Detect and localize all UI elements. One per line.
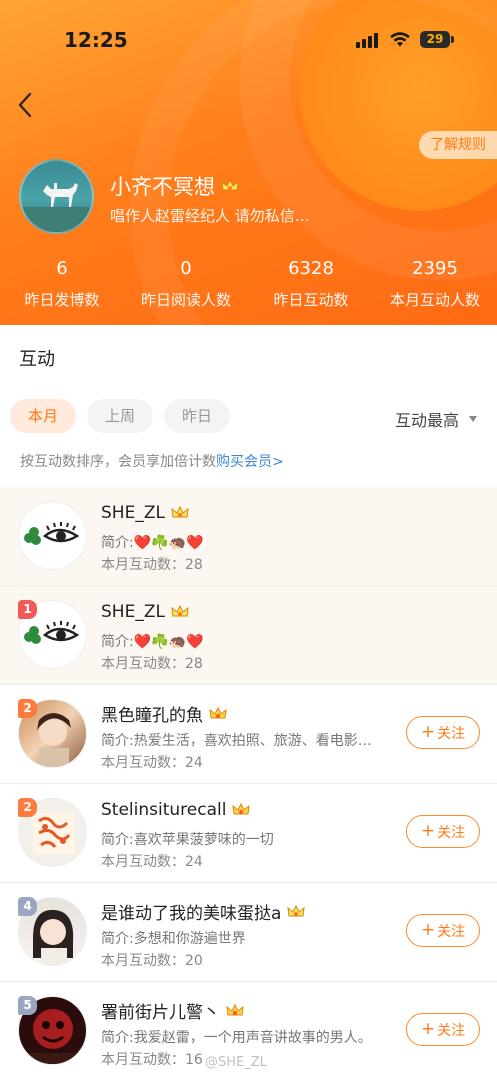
interaction-count: 本月互动数：24	[101, 755, 203, 771]
interaction-count: 本月互动数：16	[101, 1052, 203, 1068]
user-name[interactable]: 是谁动了我的美味蛋挞a	[101, 899, 306, 924]
tab-this-month[interactable]: 本月	[10, 399, 77, 433]
profile-name-text: 小齐不冥想	[110, 175, 215, 199]
vip-crown-icon	[171, 604, 189, 617]
stat-label: 本月互动人数	[389, 291, 480, 309]
user-name-text: 黑色瞳孔的魚	[101, 706, 203, 726]
follow-button[interactable]: + 关注	[406, 1013, 480, 1046]
battery-indicator: 29	[420, 31, 450, 48]
profile-avatar-image	[21, 183, 92, 232]
stat-monthly-users: 2395 本月互动人数	[385, 258, 485, 310]
user-intro: 简介:❤️☘️🦔❤️	[101, 634, 204, 650]
stat-posts: 6 昨日发博数	[12, 258, 112, 310]
eye-clover-avatar-image	[24, 522, 80, 545]
tab-yesterday[interactable]: 昨日	[164, 399, 231, 433]
signal-icon	[356, 32, 378, 48]
user-name[interactable]: 署前街片儿警丶	[101, 998, 244, 1023]
vip-crown-icon	[171, 505, 189, 518]
rank-badge: 1	[18, 600, 37, 619]
tab-last-week[interactable]: 上周	[87, 399, 154, 433]
interaction-count: 本月互动数：28	[101, 656, 203, 672]
follow-label: 关注	[437, 923, 466, 940]
user-intro: 简介:热爱生活，喜欢拍照、旅游、看电影…	[101, 733, 372, 749]
status-bar: 12:25 29	[0, 0, 497, 80]
rank-badge: 5	[18, 996, 37, 1015]
stat-value: 6328	[288, 258, 334, 279]
wifi-icon	[390, 32, 410, 47]
watermark: @SHE_ZL	[205, 1055, 267, 1070]
follow-button[interactable]: + 关注	[406, 716, 480, 749]
rules-button[interactable]: 了解规则	[419, 131, 497, 159]
stat-value: 0	[180, 258, 192, 279]
vip-crown-icon	[209, 706, 227, 718]
user-name[interactable]: 黑色瞳孔的魚	[101, 701, 227, 726]
follow-label: 关注	[437, 725, 466, 742]
stat-reads: 0 昨日阅读人数	[136, 258, 236, 310]
buy-membership-link[interactable]: 购买会员>	[216, 454, 284, 470]
plus-icon: +	[420, 821, 436, 841]
follow-label: 关注	[437, 1022, 466, 1039]
chevron-left-icon	[18, 92, 32, 118]
list-item[interactable]: 4 是谁动了我的美味蛋挞a 简介:多想和你游遍世界 本月互动数：20 + 关注	[0, 883, 497, 982]
stat-label: 昨日阅读人数	[140, 291, 231, 309]
rank-badge: 4	[18, 897, 37, 916]
stat-label: 昨日发博数	[24, 291, 100, 309]
stat-label: 昨日互动数	[273, 291, 349, 309]
list-item[interactable]: 2 Stelinsiturecall 简介:喜欢苹果菠萝味的一切 本月互动数：2…	[0, 784, 497, 883]
stat-value: 2395	[412, 258, 458, 279]
interaction-count: 本月互动数：20	[101, 953, 203, 969]
battery-tip	[451, 36, 454, 43]
user-intro: 简介:❤️☘️🦔❤️	[101, 535, 204, 551]
follow-button[interactable]: + 关注	[406, 914, 480, 947]
sort-label: 互动最高	[395, 411, 460, 430]
list-item[interactable]: SHE_ZL 简介:❤️☘️🦔❤️ 本月互动数：28	[0, 487, 497, 586]
stat-interactions: 6328 昨日互动数	[261, 258, 361, 310]
vip-crown-icon	[287, 904, 306, 916]
rank-badge: 2	[18, 798, 37, 817]
interaction-count: 本月互动数：28	[101, 557, 203, 573]
vip-crown-icon	[221, 178, 239, 191]
user-name[interactable]: SHE_ZL	[101, 602, 189, 622]
caret-down-icon	[469, 416, 478, 422]
stat-value: 6	[56, 258, 68, 279]
profile-bio: 唱作人赵雷经纪人 请勿私信…	[110, 207, 310, 225]
hint-text: 按互动数排序，会员享加倍计数	[20, 454, 216, 470]
vip-crown-icon	[232, 802, 251, 815]
header: 12:25 29 了解规则 小齐不冥想 唱作人赵雷经纪人 请勿私信… 6 昨日发…	[0, 0, 497, 325]
interaction-count: 本月互动数：24	[101, 854, 203, 870]
sort-dropdown[interactable]: 互动最高	[395, 407, 478, 431]
user-name-text: SHE_ZL	[101, 602, 165, 622]
status-time: 12:25	[64, 28, 128, 52]
list-item[interactable]: 1 SHE_ZL 简介:❤️☘️🦔❤️ 本月互动数：28	[0, 586, 497, 685]
avatar[interactable]	[18, 501, 87, 570]
interaction-section: 互动 本月 上周 昨日 互动最高 按互动数排序，会员享加倍计数购买会员> SHE…	[0, 325, 497, 1080]
follow-label: 关注	[437, 824, 466, 841]
rank-badge: 2	[18, 699, 37, 718]
user-name-text: 署前街片儿警丶	[101, 1003, 220, 1023]
plus-icon: +	[420, 722, 436, 742]
period-tabs: 本月 上周 昨日	[10, 399, 231, 433]
user-name[interactable]: Stelinsiturecall	[101, 800, 251, 820]
list-item[interactable]: 2 黑色瞳孔的魚 简介:热爱生活，喜欢拍照、旅游、看电影… 本月互动数：24 +…	[0, 685, 497, 784]
follow-button[interactable]: + 关注	[406, 815, 480, 848]
section-title: 互动	[19, 349, 55, 370]
profile-avatar[interactable]	[19, 159, 94, 234]
user-name[interactable]: SHE_ZL	[101, 503, 189, 523]
user-name-text: SHE_ZL	[101, 503, 165, 523]
user-name-text: 是谁动了我的美味蛋挞a	[101, 904, 282, 924]
plus-icon: +	[420, 1019, 436, 1039]
back-button[interactable]	[10, 88, 40, 122]
interaction-list: SHE_ZL 简介:❤️☘️🦔❤️ 本月互动数：28 1 SHE_ZL 简介:❤…	[0, 487, 497, 1080]
user-intro: 简介:多想和你游遍世界	[101, 931, 246, 947]
user-name-text: Stelinsiturecall	[101, 800, 227, 820]
vip-crown-icon	[226, 1003, 244, 1015]
plus-icon: +	[420, 920, 436, 940]
user-intro: 简介:我爱赵雷，一个用声音讲故事的男人。	[101, 1030, 372, 1046]
profile-name: 小齐不冥想	[110, 171, 239, 201]
user-intro: 简介:喜欢苹果菠萝味的一切	[101, 832, 274, 848]
sort-hint: 按互动数排序，会员享加倍计数购买会员>	[20, 451, 284, 471]
